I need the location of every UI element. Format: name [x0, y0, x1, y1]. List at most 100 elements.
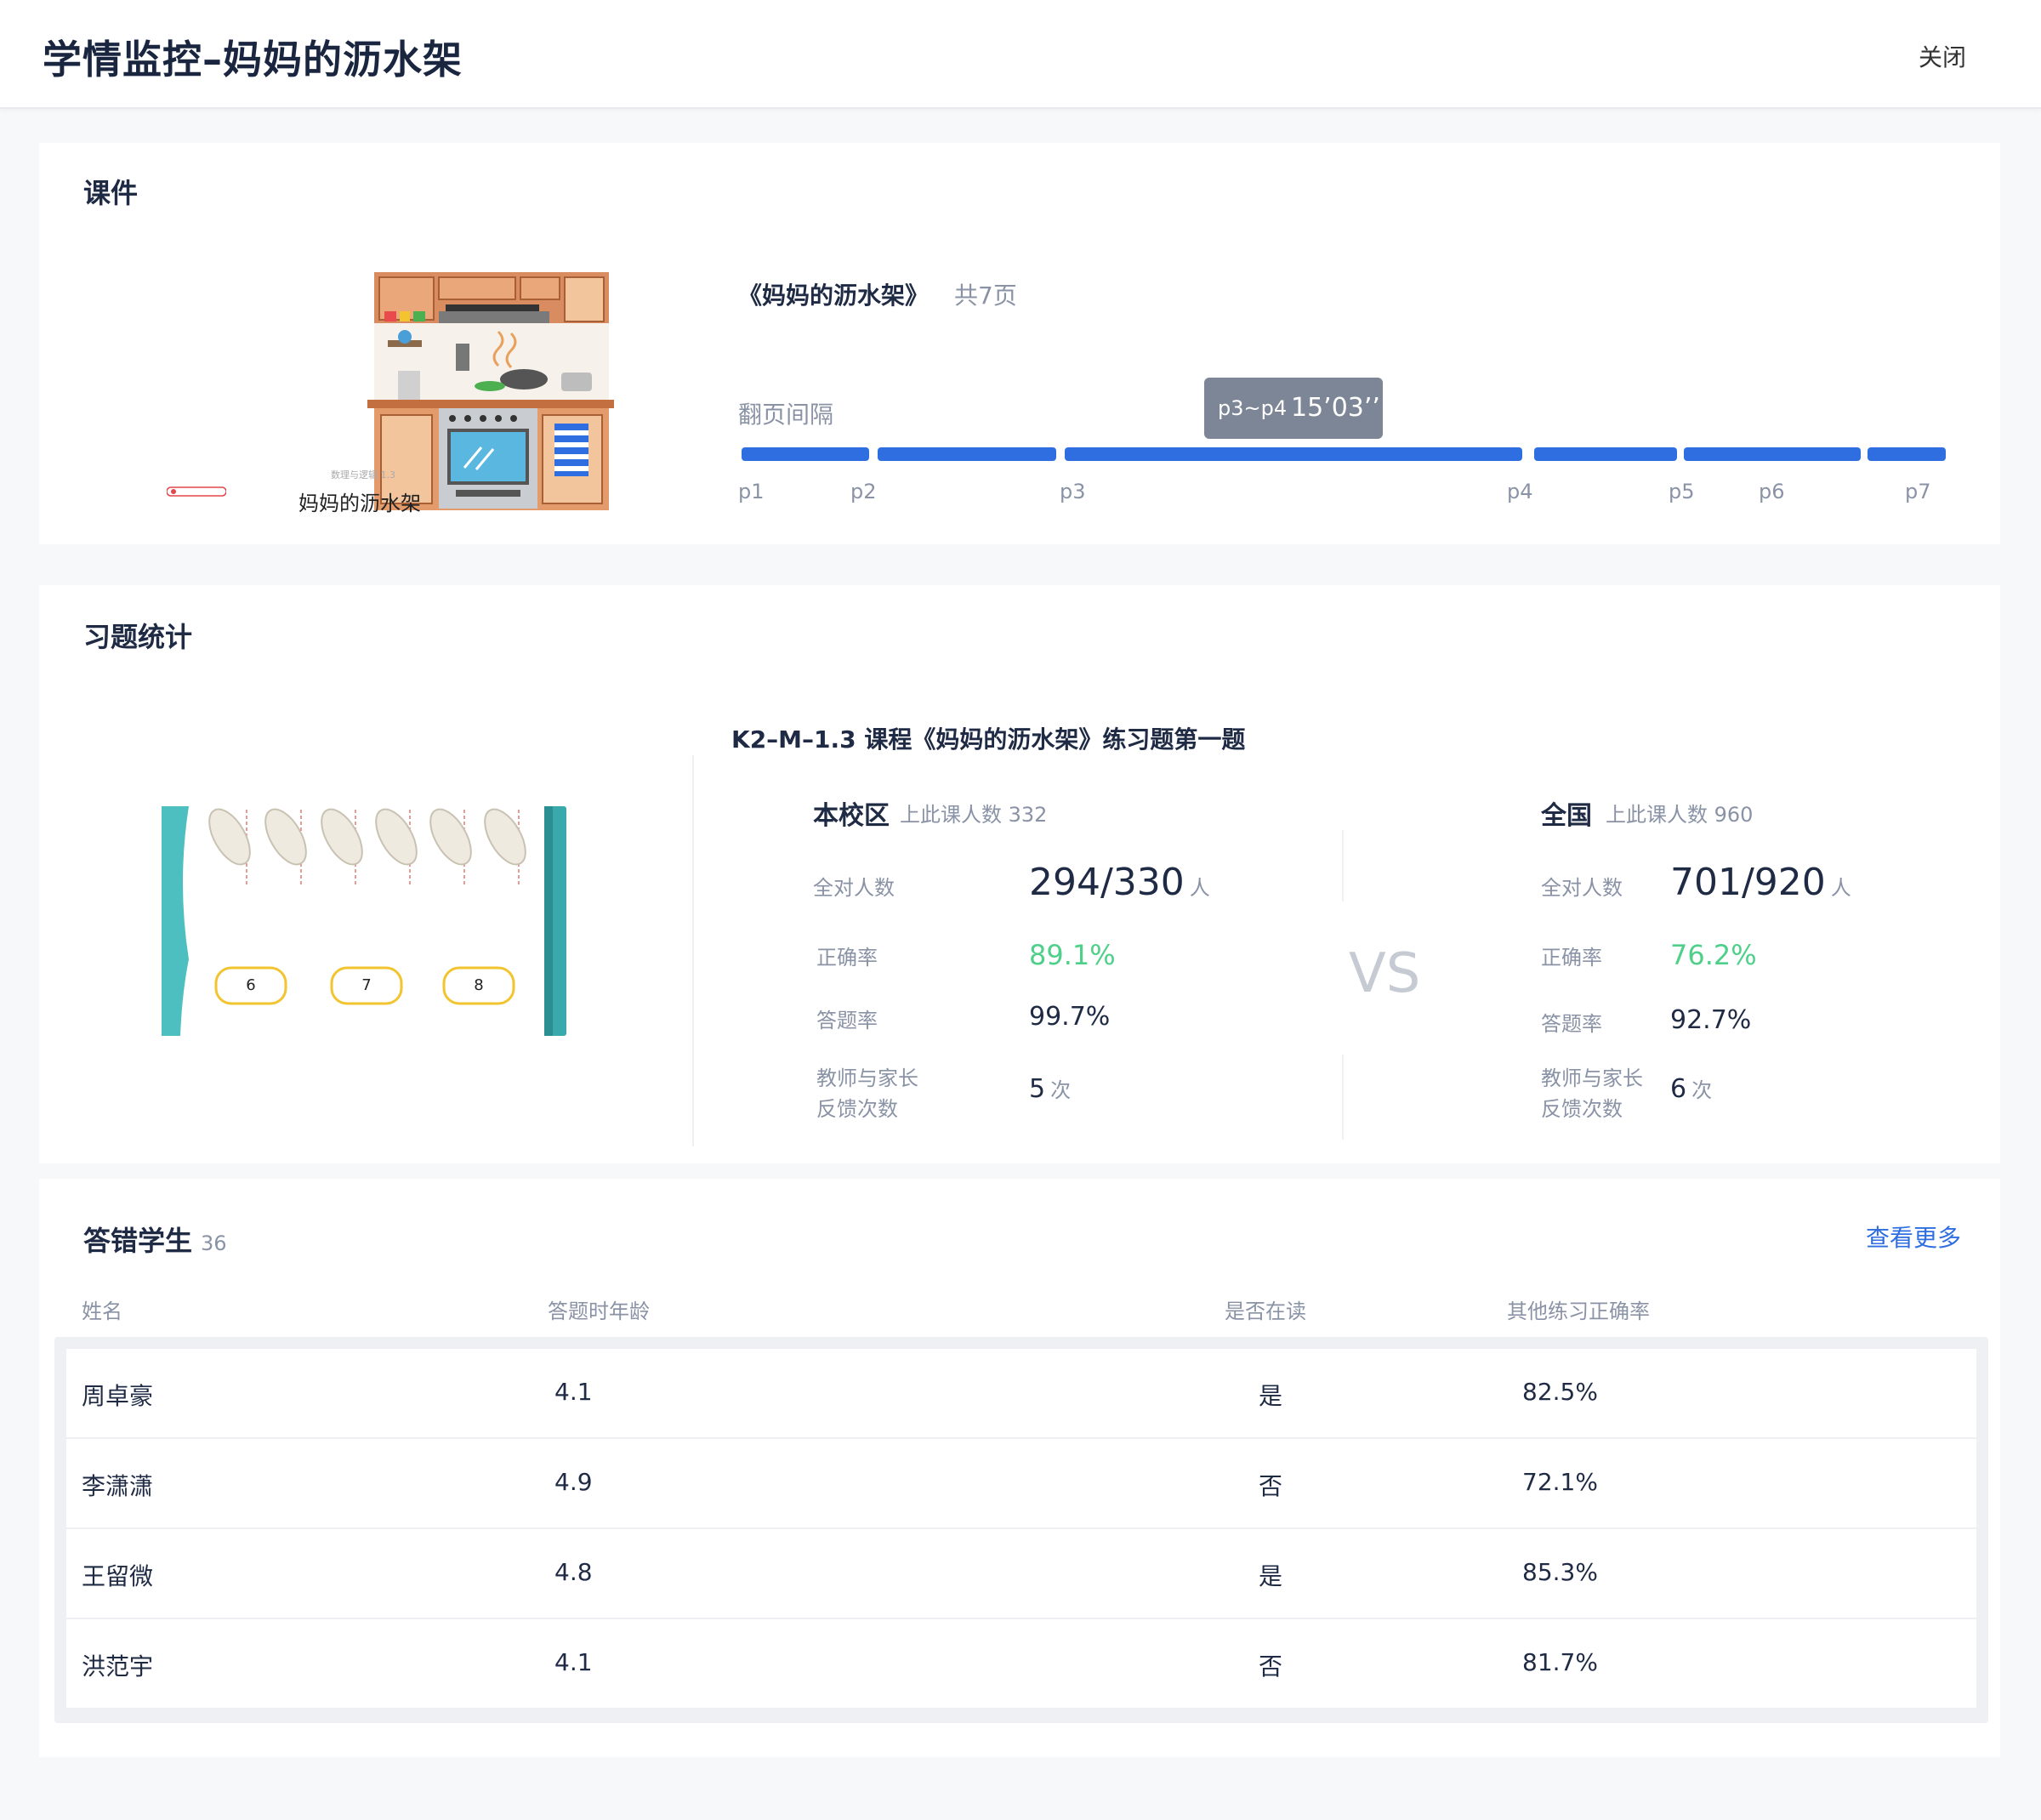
- courseware-cover-image[interactable]: 数理与逻辑 1.3 妈妈的沥水架: [150, 272, 626, 515]
- vs-label: VS: [1349, 942, 1421, 1005]
- page-tick: p1: [738, 480, 765, 503]
- student-age: 4.1: [554, 1378, 593, 1406]
- student-enrolled: 是: [1259, 1562, 1283, 1590]
- national-attendance: 上此课人数 960: [1606, 803, 1754, 827]
- student-name: 洪范宇: [82, 1652, 154, 1681]
- wrong-students-card: 答错学生 36 查看更多 姓名 答题时年龄 是否在读 其他练习正确率 周卓豪 4.…: [39, 1179, 2000, 1757]
- students-table-body: 周卓豪 4.1 是 82.5% 李潇潇 4.9 否 72.1% 王留微 4.8 …: [66, 1349, 1976, 1708]
- interval-segment-p3-p4[interactable]: [1065, 447, 1522, 461]
- page-tick: p7: [1905, 480, 1931, 503]
- table-row[interactable]: 周卓豪 4.1 是 82.5%: [66, 1349, 1976, 1439]
- exercise-picture[interactable]: 6 7 8: [162, 806, 570, 1044]
- student-enrolled: 否: [1259, 1472, 1283, 1500]
- student-other-accuracy: 81.7%: [1522, 1648, 1598, 1676]
- brand-logo: [166, 485, 227, 501]
- picture-label: 8: [474, 976, 484, 994]
- school-feedback-label-line2: 反馈次数: [816, 1097, 898, 1121]
- student-other-accuracy: 72.1%: [1522, 1468, 1598, 1496]
- picture-label: 7: [361, 976, 372, 994]
- exercise-section-title: 习题统计: [83, 621, 193, 653]
- student-enrolled: 否: [1259, 1652, 1283, 1681]
- column-header-name: 姓名: [82, 1300, 122, 1323]
- interval-segment-p2-p3[interactable]: [878, 447, 1056, 461]
- wrong-students-count: 36: [201, 1231, 227, 1255]
- school-answer-rate-value: 99.7%: [1029, 1002, 1111, 1032]
- interval-segment-p4-p5[interactable]: [1534, 447, 1677, 461]
- dish-rack-illustration: [162, 806, 566, 1036]
- brand-logo-mark: [166, 486, 227, 497]
- page-title: 学情监控–妈妈的沥水架: [43, 37, 463, 82]
- cover-subtitle: 数理与逻辑 1.3: [331, 469, 395, 481]
- picture-label: 6: [246, 976, 256, 994]
- student-other-accuracy: 82.5%: [1522, 1378, 1598, 1406]
- wrong-students-title-text: 答错学生: [83, 1225, 193, 1257]
- close-button[interactable]: 关闭: [1919, 39, 1966, 73]
- student-age: 4.1: [554, 1648, 593, 1676]
- table-row[interactable]: 洪范宇 4.1 否 81.7%: [66, 1619, 1976, 1709]
- national-all-correct-label: 全对人数: [1541, 876, 1623, 900]
- student-name: 李潇潇: [82, 1472, 154, 1500]
- national-all-correct-number: 701/920: [1670, 861, 1826, 904]
- student-enrolled: 是: [1259, 1382, 1283, 1410]
- student-other-accuracy: 85.3%: [1522, 1558, 1598, 1586]
- school-all-correct-number: 294/330: [1029, 861, 1185, 904]
- divider: [692, 755, 694, 1146]
- school-all-correct-value: 294/330 人: [1029, 861, 1210, 904]
- national-all-correct-unit: 人: [1830, 876, 1851, 900]
- column-header-age: 答题时年龄: [548, 1300, 650, 1323]
- exercise-stats-card: 习题统计 6 7 8 K2–M–1.3 课程《妈妈的沥水架》练习题第一题 本校区…: [39, 585, 2000, 1163]
- school-feedback-label: 教师与家长 反馈次数: [816, 1063, 918, 1124]
- national-accuracy-label: 正确率: [1541, 946, 1602, 970]
- national-answer-rate-label: 答题率: [1541, 1012, 1602, 1036]
- national-feedback-label-line2: 反馈次数: [1541, 1097, 1623, 1121]
- table-row[interactable]: 王留微 4.8 是 85.3%: [66, 1529, 1976, 1619]
- school-all-correct-unit: 人: [1189, 876, 1210, 900]
- page-interval-label: 翻页间隔: [738, 401, 834, 429]
- interval-segment-p6-p7[interactable]: [1868, 447, 1946, 461]
- view-more-link[interactable]: 查看更多: [1866, 1220, 1961, 1254]
- school-attendance: 上此课人数 332: [900, 803, 1048, 827]
- course-name: 《妈妈的沥水架》: [738, 282, 930, 310]
- school-accuracy-value: 89.1%: [1029, 939, 1116, 971]
- students-table: 周卓豪 4.1 是 82.5% 李潇潇 4.9 否 72.1% 王留微 4.8 …: [54, 1337, 1988, 1723]
- tooltip-duration: 15’03’’: [1291, 393, 1380, 423]
- table-row[interactable]: 李潇潇 4.9 否 72.1%: [66, 1439, 1976, 1529]
- interval-segment-p1-p2[interactable]: [742, 447, 869, 461]
- column-header-enrolled: 是否在读: [1225, 1300, 1306, 1323]
- divider: [1342, 830, 1344, 901]
- school-feedback-unit: 次: [1050, 1078, 1072, 1102]
- student-name: 周卓豪: [82, 1382, 154, 1410]
- page-tick: p6: [1759, 480, 1785, 503]
- wrong-students-title: 答错学生 36: [83, 1220, 227, 1259]
- school-feedback-value: 5次: [1029, 1073, 1071, 1104]
- national-feedback-label-line1: 教师与家长: [1541, 1066, 1643, 1090]
- divider: [1342, 1055, 1344, 1140]
- national-all-correct-value: 701/920 人: [1670, 861, 1851, 904]
- page-tick: p4: [1507, 480, 1533, 503]
- school-all-correct-label: 全对人数: [813, 876, 895, 900]
- national-answer-rate-value: 92.7%: [1670, 1005, 1752, 1035]
- tooltip-range: p3~p4: [1218, 396, 1288, 420]
- courseware-card: 课件 数理与逻辑 1.3 妈妈的沥水架 《妈妈的沥水架》 共7页 翻页间隔 p3…: [39, 143, 2000, 544]
- student-name: 王留微: [82, 1562, 154, 1590]
- school-answer-rate-label: 答题率: [816, 1009, 878, 1032]
- school-accuracy-label: 正确率: [816, 946, 878, 970]
- course-page-count: 共7页: [954, 282, 1017, 310]
- national-feedback-label: 教师与家长 反馈次数: [1541, 1063, 1643, 1124]
- page-tick: p3: [1060, 480, 1086, 503]
- page-tick: p2: [850, 480, 877, 503]
- page-tick: p5: [1669, 480, 1695, 503]
- school-region-name: 本校区: [813, 801, 890, 831]
- national-accuracy-value: 76.2%: [1670, 939, 1757, 971]
- school-feedback-number: 5: [1029, 1074, 1046, 1104]
- top-bar: 学情监控–妈妈的沥水架 关闭: [0, 0, 2041, 109]
- national-feedback-unit: 次: [1691, 1078, 1713, 1102]
- column-header-other-accuracy: 其他练习正确率: [1507, 1300, 1650, 1323]
- national-feedback-value: 6次: [1670, 1073, 1712, 1104]
- interval-tooltip: p3~p4 15’03’’: [1204, 378, 1383, 439]
- question-title: K2–M–1.3 课程《妈妈的沥水架》练习题第一题: [731, 725, 1246, 754]
- interval-segment-p5-p6[interactable]: [1684, 447, 1861, 461]
- student-age: 4.9: [554, 1468, 593, 1496]
- student-age: 4.8: [554, 1558, 593, 1586]
- national-region-name: 全国: [1541, 801, 1592, 831]
